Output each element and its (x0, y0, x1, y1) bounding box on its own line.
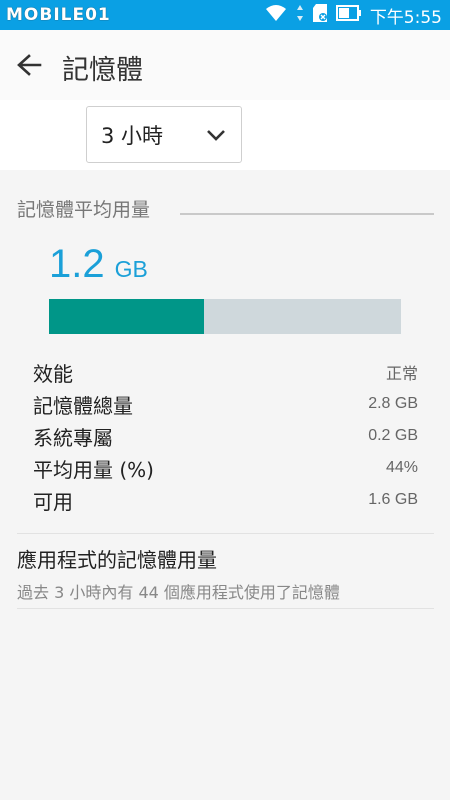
stat-value: 2.8 GB (368, 395, 418, 412)
stat-label: 效能 (33, 361, 73, 386)
average-memory-value: 1.2 GB (49, 242, 148, 287)
list-divider (17, 533, 434, 534)
stat-label: 可用 (33, 489, 73, 514)
arrow-left-icon (17, 54, 42, 76)
time-range-value: 3 小時 (101, 123, 164, 148)
time-range-dropdown[interactable]: 3 小時 (86, 106, 242, 163)
stat-label: 平均用量 (%) (33, 457, 154, 482)
sd-card-icon (312, 3, 328, 27)
memory-content: 1.2 GB 效能 正常 記憶體總量 2.8 GB 系統專屬 0.2 GB 平均… (0, 230, 450, 800)
battery-icon (335, 5, 362, 25)
memory-usage-fill (49, 299, 204, 334)
stat-label: 系統專屬 (33, 425, 113, 450)
wifi-icon (264, 3, 288, 27)
status-icons: 下午5:55 (264, 0, 442, 30)
stat-value: 正常 (385, 366, 418, 383)
time-range-area: 3 小時 (0, 100, 450, 170)
stat-value: 0.2 GB (368, 427, 418, 444)
section-divider (180, 213, 434, 215)
stat-value: 44% (385, 459, 418, 476)
app-bar: 記憶體 (0, 30, 450, 100)
data-arrows-icon (296, 4, 304, 26)
average-memory-number: 1.2 (49, 242, 105, 286)
memory-usage-bar (49, 299, 401, 334)
app-memory-usage-title: 應用程式的記憶體用量 (17, 548, 217, 572)
status-time: 下午5:55 (369, 7, 442, 28)
average-memory-unit: GB (114, 256, 148, 282)
logo-text: MOBILE01 (6, 5, 111, 25)
stat-row-average-usage: 平均用量 (%) 44% (33, 452, 418, 484)
list-divider (17, 608, 434, 609)
stat-row-system-reserved: 系統專屬 0.2 GB (33, 420, 418, 452)
section-header: 記憶體平均用量 (0, 170, 450, 230)
stat-row-total-memory: 記憶體總量 2.8 GB (33, 388, 418, 420)
stat-label: 記憶體總量 (33, 393, 133, 418)
memory-stats: 效能 正常 記憶體總量 2.8 GB 系統專屬 0.2 GB 平均用量 (%) … (33, 356, 418, 516)
stat-row-available: 可用 1.6 GB (33, 484, 418, 516)
stat-value: 1.6 GB (368, 491, 418, 508)
app-memory-usage-subtitle: 過去 3 小時內有 44 個應用程式使用了記憶體 (17, 583, 340, 602)
section-title: 記憶體平均用量 (17, 199, 151, 221)
mobile01-logo: MOBILE01 (6, 2, 111, 28)
app-memory-usage-item[interactable]: 應用程式的記憶體用量 過去 3 小時內有 44 個應用程式使用了記憶體 (17, 544, 434, 603)
stat-row-performance: 效能 正常 (33, 356, 418, 388)
chevron-down-icon (207, 130, 225, 141)
page-title: 記憶體 (62, 55, 143, 86)
status-bar: MOBILE01 下午5:55 (0, 0, 450, 30)
back-button[interactable] (14, 50, 44, 80)
